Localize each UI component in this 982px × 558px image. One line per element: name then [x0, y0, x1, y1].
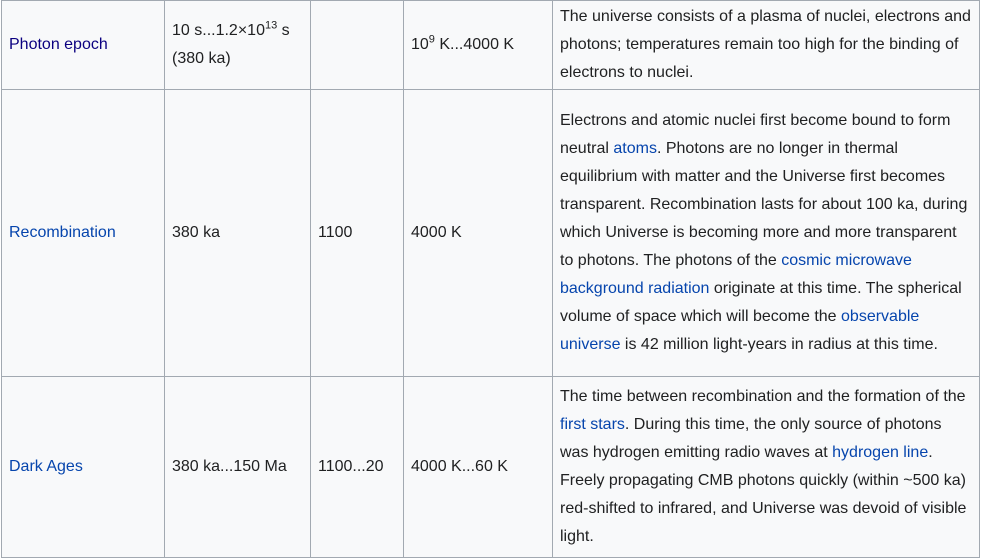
epoch-cell: Photon epoch: [1, 0, 165, 90]
time-cell: 380 ka: [164, 89, 311, 377]
redshift-cell: 1100...20: [310, 376, 404, 558]
time-ka-text: (380 ka): [172, 50, 231, 67]
table-row: Dark Ages 380 ka...150 Ma 1100...20 4000…: [1, 376, 980, 558]
epoch-cell: Recombination: [1, 89, 165, 377]
description-cell: Electrons and atomic nuclei first become…: [552, 89, 980, 377]
time-cell: 380 ka...150 Ma: [164, 376, 311, 558]
redshift-cell: 1100: [310, 89, 404, 377]
table-row: Photon epoch 10 s...1.2×1013 s (380 ka) …: [1, 0, 980, 90]
description-cell: The time between recombination and the f…: [552, 376, 980, 558]
temperature-cell: 4000 K: [403, 89, 553, 377]
epoch-cell: Dark Ages: [1, 376, 165, 558]
table-row: Recombination 380 ka 1100 4000 K Electro…: [1, 89, 980, 377]
description-cell: The universe consists of a plasma of nuc…: [552, 0, 980, 90]
time-cell: 10 s...1.2×1013 s (380 ka): [164, 0, 311, 90]
time-range-text: 10 s...1.2×1013 s: [172, 19, 290, 39]
first-stars-link[interactable]: first stars: [560, 416, 625, 433]
epoch-link-dark-ages[interactable]: Dark Ages: [9, 458, 83, 475]
temperature-cell: 109 K...4000 K: [403, 0, 553, 90]
temperature-cell: 4000 K...60 K: [403, 376, 553, 558]
redshift-cell: [310, 0, 404, 90]
epoch-link-recombination[interactable]: Recombination: [9, 224, 116, 241]
hydrogen-line-link[interactable]: hydrogen line: [832, 444, 928, 461]
epoch-link-photon-epoch[interactable]: Photon epoch: [9, 36, 108, 53]
atoms-link[interactable]: atoms: [613, 140, 657, 157]
cosmology-epochs-table: Photon epoch 10 s...1.2×1013 s (380 ka) …: [1, 0, 980, 558]
